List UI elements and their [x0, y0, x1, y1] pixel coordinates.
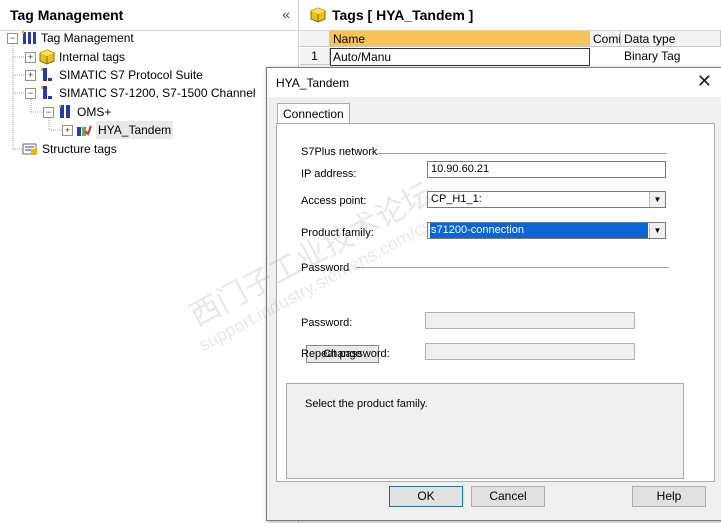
- help-button[interactable]: Help: [632, 486, 706, 507]
- password-section-label: Password: [301, 262, 350, 274]
- collapse-expander[interactable]: −: [43, 106, 54, 118]
- tree-item-s7-protocol-suite[interactable]: + SIMATIC S7 Protocol Suite: [25, 66, 203, 84]
- ip-address-input[interactable]: 10.90.60.21: [427, 161, 666, 178]
- unit-icon: [57, 104, 73, 120]
- tree-item-oms-plus[interactable]: − OMS+: [43, 103, 111, 121]
- access-point-label: Access point:: [301, 195, 367, 207]
- tags-title: Tags [ HYA_Tandem ]: [332, 7, 474, 23]
- tree-item-label: OMS+: [77, 105, 112, 119]
- tree-item-tag-management[interactable]: − Tag Management: [7, 29, 134, 47]
- tab-connection[interactable]: Connection: [277, 103, 350, 124]
- table-row[interactable]: 1 Auto/Manu Binary Tag: [300, 48, 721, 66]
- password-label: Password:: [301, 317, 353, 329]
- product-family-label: Product family:: [301, 227, 374, 239]
- tags-header: Tags [ HYA_Tandem ]: [300, 0, 721, 31]
- chevron-down-icon[interactable]: ▼: [649, 192, 665, 207]
- dialog-title: HYA_Tandem: [276, 76, 350, 90]
- tree-item-label: SIMATIC S7-1200, S7-1500 Channel: [59, 86, 256, 100]
- cell-data-type[interactable]: Binary Tag: [621, 48, 721, 65]
- password-input[interactable]: [425, 312, 635, 329]
- cell-name[interactable]: Auto/Manu: [330, 48, 590, 66]
- tree-item-hya-tandem[interactable]: + HYA_Tandem: [62, 121, 174, 139]
- expand-expander[interactable]: +: [62, 124, 73, 136]
- grid-header: Name Comi Data type: [300, 31, 721, 48]
- tree-item-label: Internal tags: [59, 50, 126, 64]
- tags-cube-icon: [310, 7, 326, 26]
- connection-tab-body: S7Plus network IP address: 10.90.60.21 A…: [276, 123, 715, 482]
- cancel-button[interactable]: Cancel: [471, 486, 545, 507]
- dialog-titlebar[interactable]: HYA_Tandem ✕: [267, 68, 721, 97]
- connection-icon: [76, 122, 92, 138]
- channel-icon: [39, 85, 55, 101]
- tree-item-structure-tags[interactable]: Structure tags: [22, 140, 117, 158]
- collapse-expander[interactable]: −: [25, 87, 36, 99]
- info-text: Select the product family.: [305, 398, 428, 410]
- section-divider: [377, 153, 667, 154]
- column-header-data-type[interactable]: Data type: [621, 31, 721, 47]
- tag-management-panel: Tag Management « − Tag Management + Inte…: [0, 0, 299, 523]
- column-header-comment[interactable]: Comi: [590, 31, 621, 47]
- collapse-expander[interactable]: −: [7, 32, 18, 44]
- access-point-value: CP_H1_1:: [431, 193, 482, 205]
- access-point-select[interactable]: CP_H1_1: ▼: [427, 191, 666, 208]
- tree-item-label: Structure tags: [42, 142, 117, 156]
- product-family-select[interactable]: s71200-connection ▼: [427, 222, 666, 239]
- repeat-password-label: Repeat password:: [301, 348, 390, 360]
- ip-address-label: IP address:: [301, 168, 357, 180]
- ok-button[interactable]: OK: [389, 486, 463, 507]
- channel-icon: [39, 67, 55, 83]
- repeat-password-input[interactable]: [425, 343, 635, 360]
- tree-item-label: Tag Management: [41, 31, 134, 45]
- section-divider: [355, 267, 669, 268]
- close-icon[interactable]: ✕: [697, 72, 712, 90]
- structure-tags-icon: [22, 141, 38, 157]
- expand-expander[interactable]: +: [25, 51, 36, 63]
- connection-dialog: HYA_Tandem ✕ Connection S7Plus network I…: [266, 67, 721, 521]
- tree-item-s7-1200-1500-channel[interactable]: − SIMATIC S7-1200, S7-1500 Channel: [25, 84, 256, 102]
- row-number[interactable]: 1: [300, 48, 330, 65]
- chevron-down-icon[interactable]: ▼: [649, 223, 665, 238]
- info-box: Select the product family.: [286, 383, 684, 479]
- s7plus-section-label: S7Plus network: [301, 146, 378, 158]
- internal-tags-icon: [39, 49, 55, 65]
- tree-item-label: SIMATIC S7 Protocol Suite: [59, 68, 203, 82]
- tag-management-icon: [21, 30, 37, 46]
- product-family-value: s71200-connection: [430, 223, 648, 238]
- column-header-name[interactable]: Name: [330, 31, 590, 47]
- grid-corner[interactable]: [300, 31, 330, 47]
- expand-expander[interactable]: +: [25, 69, 36, 81]
- tree-item-internal-tags[interactable]: + Internal tags: [25, 48, 125, 66]
- tree-item-label: HYA_Tandem: [96, 121, 174, 139]
